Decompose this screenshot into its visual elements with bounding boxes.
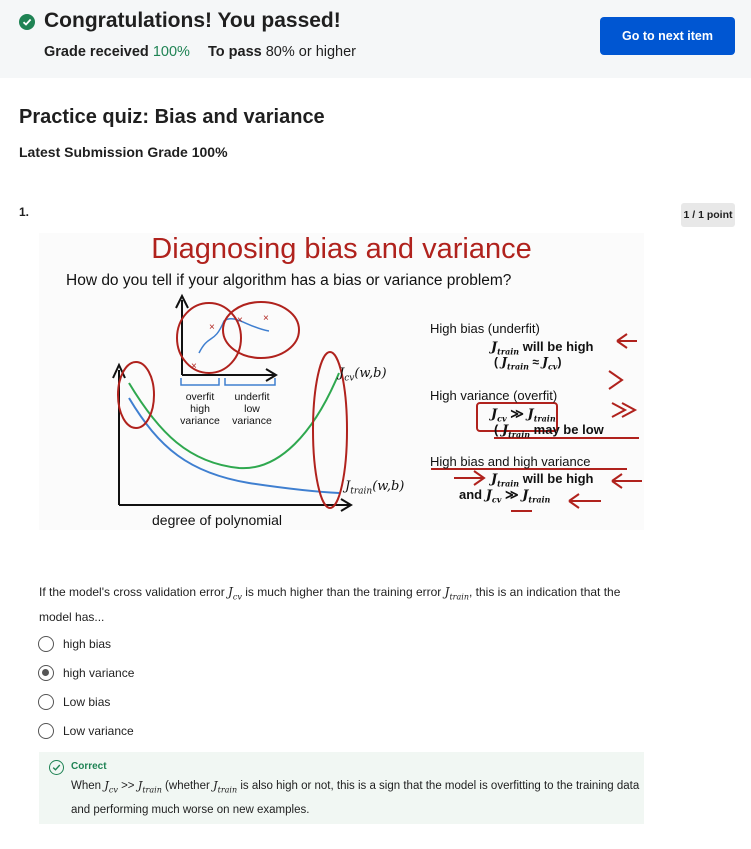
radio-button-selected[interactable] xyxy=(38,665,54,681)
pass-label: To pass xyxy=(207,44,262,60)
radio-button[interactable] xyxy=(38,636,54,652)
option-label: high variance xyxy=(63,666,135,680)
grade-value: 100% xyxy=(152,44,190,60)
latest-submission-grade: Latest Submission Grade 100% xyxy=(19,144,228,160)
both-line1: Jtrain will be high xyxy=(491,471,594,489)
high-variance-heading: High variance (overfit) xyxy=(430,388,558,403)
option-label: high bias xyxy=(63,637,112,651)
points-badge: 1 / 1 point xyxy=(681,203,735,227)
high-bias-line2: ( Jtrain ≈ Jcv) xyxy=(494,355,562,372)
svg-text:×: × xyxy=(209,322,215,333)
jtrain-curve-label: Jtrain(w,b) xyxy=(345,479,405,497)
page-title: Practice quiz: Bias and variance xyxy=(19,106,325,128)
jcv-curve-label: Jcv(w,b) xyxy=(339,366,387,384)
underfit-label: underfit low variance xyxy=(232,391,272,427)
option-label: Low variance xyxy=(63,724,134,738)
feedback-title: Correct xyxy=(71,761,107,772)
pass-value: 80% or higher xyxy=(265,44,357,60)
option-label: Low bias xyxy=(63,695,111,709)
radio-button[interactable] xyxy=(38,694,54,710)
slide-subtitle: How do you tell if your algorithm has a … xyxy=(66,272,512,289)
grade-label: Grade received xyxy=(44,44,149,60)
overfit-label: overfit high variance xyxy=(180,391,220,427)
question-text: If the model's cross validation error Jc… xyxy=(39,585,621,625)
banner-title: Congratulations! You passed! xyxy=(44,9,341,32)
slide-title: Diagnosing bias and variance xyxy=(151,233,532,265)
both-heading: High bias and high variance xyxy=(430,454,591,469)
high-variance-line1: Jcv ≫ Jtrain xyxy=(491,406,556,424)
feedback-box: Correct When Jcv >> Jtrain (whether Jtra… xyxy=(39,752,644,824)
feedback-text: When Jcv >> Jtrain (whether Jtrain is al… xyxy=(71,778,640,817)
svg-text:×: × xyxy=(263,313,269,324)
grade-summary: Grade received 100% To pass 80% or highe… xyxy=(44,44,356,60)
check-circle-icon xyxy=(19,14,35,30)
both-line2: and Jcv ≫ Jtrain xyxy=(459,487,551,505)
success-banner: Congratulations! You passed! Grade recei… xyxy=(0,0,751,78)
x-axis-label: degree of polynomial xyxy=(152,512,282,528)
high-bias-heading: High bias (underfit) xyxy=(430,321,540,336)
check-circle-icon xyxy=(49,760,64,775)
bias-variance-slide-image: × × × × Diagnosing bias and variance How… xyxy=(39,233,644,530)
high-variance-line2: ( Jtrain may be low xyxy=(494,422,604,440)
high-bias-line1: Jtrain will be high xyxy=(491,339,594,357)
radio-button[interactable] xyxy=(38,723,54,739)
go-to-next-item-button[interactable]: Go to next item xyxy=(600,17,735,55)
question-number: 1. xyxy=(19,205,30,219)
